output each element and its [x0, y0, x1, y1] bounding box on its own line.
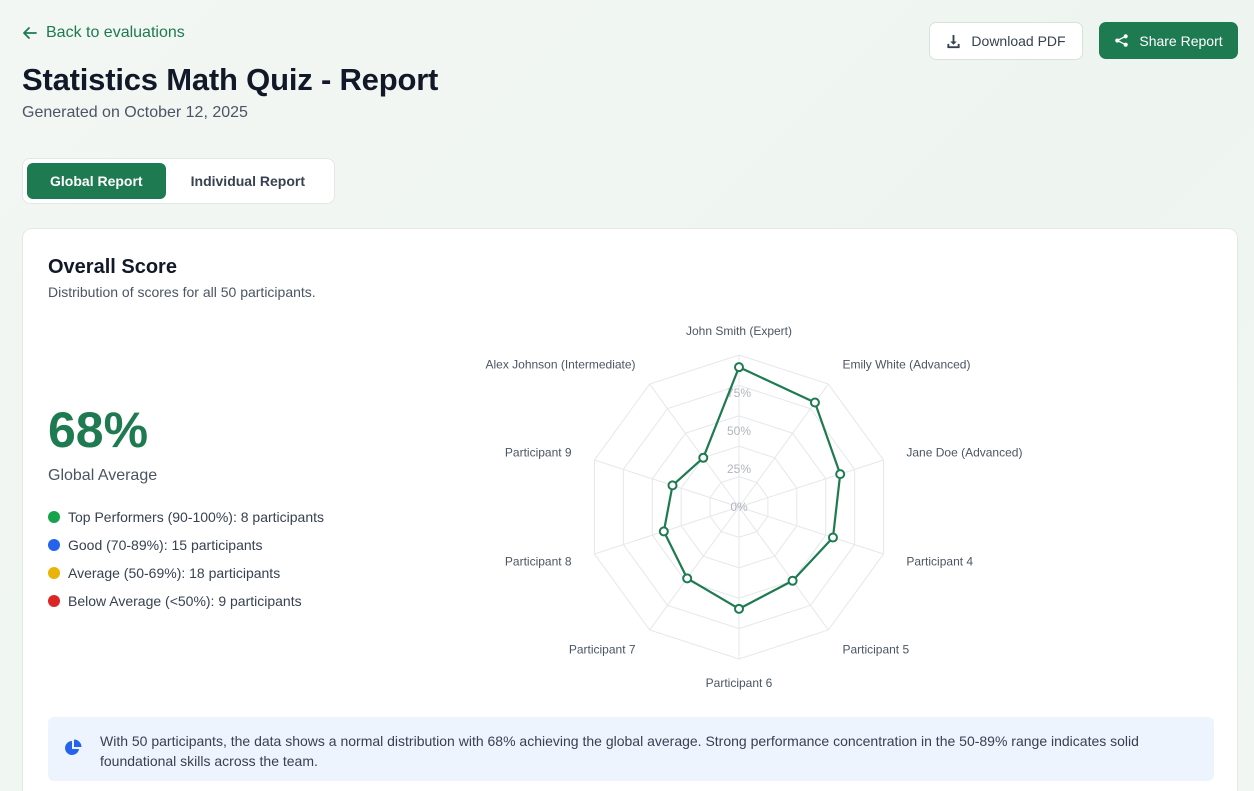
- radar-category-label: Participant 8: [505, 554, 572, 568]
- radar-category-label: Participant 7: [569, 642, 636, 656]
- radar-tick-label: 50%: [727, 424, 751, 438]
- radar-grid-spoke: [738, 506, 884, 555]
- radar-grid-spoke: [594, 459, 740, 508]
- radar-category-label: Participant 5: [842, 642, 909, 656]
- radar-category-label: Participant 9: [505, 446, 572, 460]
- radar-data-point: [787, 575, 798, 586]
- radar-data-point: [698, 452, 709, 463]
- page-title: Statistics Math Quiz - Report: [22, 62, 439, 97]
- radar-data-point: [809, 397, 820, 408]
- page-subtitle: Generated on October 12, 2025: [22, 104, 248, 121]
- radar-category-label: Jane Doe (Advanced): [906, 446, 1022, 460]
- share-report-label: Share Report: [1139, 32, 1223, 49]
- radar-grid-spoke: [738, 459, 884, 508]
- download-pdf-label: Download PDF: [971, 33, 1066, 49]
- overall-score-card: Overall Score Distribution of scores for…: [22, 228, 1238, 791]
- radar-data-point: [734, 362, 744, 373]
- radar-tick-label: 0%: [730, 500, 748, 514]
- radar-category-label: Alex Johnson (Intermediate): [485, 358, 635, 372]
- radar-data-point: [835, 469, 846, 480]
- insight-box: With 50 participants, the data shows a n…: [48, 717, 1214, 781]
- tab-global-report[interactable]: Global Report: [27, 163, 166, 199]
- radar-chart: 0%25%50%75%John Smith (Expert)Emily Whit…: [485, 324, 1022, 690]
- radar-category-label: John Smith (Expert): [686, 324, 792, 338]
- radar-category-label: Participant 6: [706, 676, 773, 690]
- back-to-evaluations-link[interactable]: Back to evaluations: [22, 24, 185, 42]
- pie-chart-icon: [65, 739, 82, 755]
- radar-data-point: [734, 603, 744, 614]
- radar-data-point: [658, 526, 669, 537]
- share-report-button[interactable]: Share Report: [1099, 22, 1238, 59]
- radar-tick-label: 25%: [727, 462, 751, 476]
- tab-individual-report[interactable]: Individual Report: [166, 163, 330, 199]
- radar-grid-spoke: [738, 506, 829, 631]
- arrow-left-icon: [23, 27, 37, 39]
- download-icon: [947, 34, 961, 48]
- radar-data-point: [667, 480, 678, 491]
- radar-category-label: Participant 4: [906, 554, 973, 568]
- back-link-label: Back to evaluations: [46, 24, 185, 41]
- download-pdf-button[interactable]: Download PDF: [929, 22, 1083, 60]
- radar-category-label: Emily White (Advanced): [842, 358, 970, 372]
- share-icon: [1115, 34, 1129, 47]
- radar-data-point: [682, 573, 693, 584]
- radar-data-point: [827, 532, 838, 543]
- insight-text: With 50 participants, the data shows a n…: [100, 733, 1139, 769]
- report-tabs: Global Report Individual Report: [22, 158, 335, 204]
- radar-grid-spoke: [649, 506, 740, 631]
